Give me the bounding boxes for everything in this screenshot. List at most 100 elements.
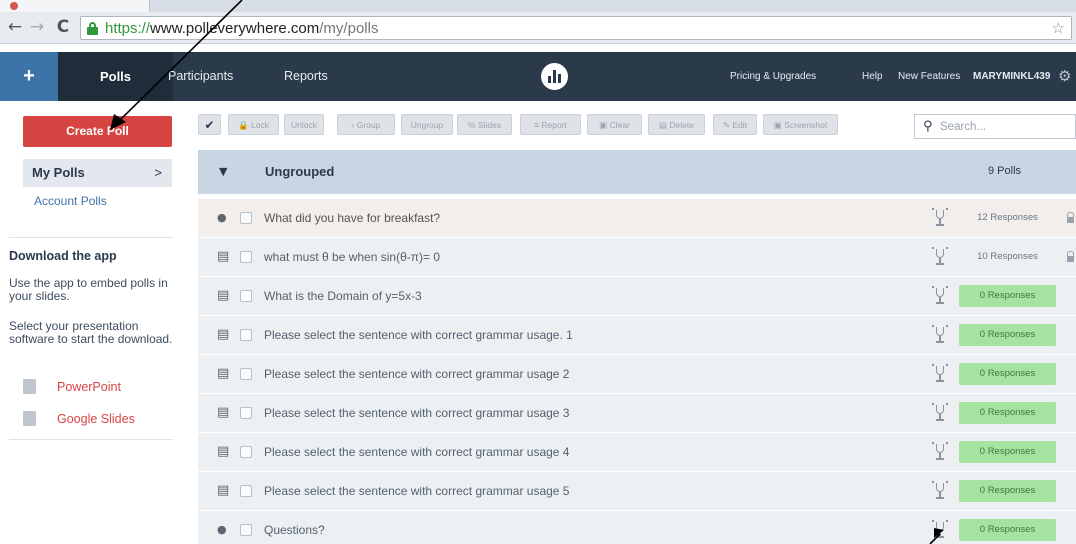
nav-participants[interactable]: Participants xyxy=(168,52,233,101)
poll-row[interactable]: ▤ What is the Domain of y=5x-3 0 Responses xyxy=(198,277,1076,316)
trophy-icon[interactable] xyxy=(932,286,948,306)
group-name: Ungrouped xyxy=(265,164,335,179)
search-input[interactable] xyxy=(940,118,1070,136)
bookmark-star-icon[interactable]: ☆ xyxy=(1052,19,1065,37)
poll-everywhere-logo-icon[interactable] xyxy=(541,63,568,90)
search-icon: ⚲ xyxy=(923,119,933,134)
poll-row[interactable]: ▤ Please select the sentence with correct… xyxy=(198,355,1076,394)
response-count-badge[interactable]: 0 Responses xyxy=(959,441,1056,463)
poll-title[interactable]: What is the Domain of y=5x-3 xyxy=(264,289,422,303)
reload-icon[interactable]: C xyxy=(52,16,74,38)
sidebar-item-my-polls[interactable]: My Polls > xyxy=(23,159,172,187)
url-text: https://www.polleverywhere.com/my/polls xyxy=(105,20,379,37)
lock-button[interactable]: 🔒 Lock xyxy=(228,114,279,135)
poll-row[interactable]: ▤ Please select the sentence with correct… xyxy=(198,394,1076,433)
download-app-heading: Download the app xyxy=(9,249,117,263)
download-app-instructions: Select your presentation software to sta… xyxy=(9,319,173,346)
unlock-button[interactable]: Unlock xyxy=(284,114,324,135)
delete-button[interactable]: ▤ Delete xyxy=(648,114,705,135)
response-count-badge[interactable]: 10 Responses xyxy=(959,246,1056,268)
lock-icon xyxy=(1067,212,1074,224)
poll-row[interactable]: ● Questions? 0 Responses xyxy=(198,511,1076,544)
trophy-icon[interactable] xyxy=(932,247,948,267)
poll-row[interactable]: ▤ Please select the sentence with correct… xyxy=(198,316,1076,355)
multiple-choice-icon: ▤ xyxy=(217,327,230,342)
browser-tab[interactable] xyxy=(0,0,150,12)
poll-row[interactable]: ▤ Please select the sentence with correct… xyxy=(198,472,1076,511)
row-checkbox[interactable] xyxy=(240,212,252,224)
poll-title[interactable]: Questions? xyxy=(264,523,325,537)
add-button[interactable]: + xyxy=(0,52,58,101)
download-app-description: Use the app to embed polls in your slide… xyxy=(9,276,168,303)
screenshot-button[interactable]: ▣ Screenshot xyxy=(763,114,838,135)
forward-arrow-icon[interactable]: → xyxy=(26,16,48,38)
trophy-icon[interactable] xyxy=(932,325,948,345)
sidebar-item-label: My Polls xyxy=(32,165,85,180)
row-checkbox[interactable] xyxy=(240,368,252,380)
response-count-badge[interactable]: 0 Responses xyxy=(959,324,1056,346)
clear-button[interactable]: ▣ Clear xyxy=(587,114,642,135)
response-count-badge[interactable]: 0 Responses xyxy=(959,480,1056,502)
poll-toolbar: ✔ 🔒 Lock Unlock › Group Ungroup % Slides… xyxy=(198,114,888,136)
speech-bubble-icon: ● xyxy=(217,211,227,224)
group-poll-count: 9 Polls xyxy=(988,165,1022,177)
response-count-badge[interactable]: 0 Responses xyxy=(959,363,1056,385)
secure-lock-icon xyxy=(87,22,98,35)
caret-down-icon[interactable]: ▼ xyxy=(219,165,227,178)
trophy-icon[interactable] xyxy=(932,442,948,462)
user-account-menu[interactable]: MARYMINKL439 xyxy=(973,52,1050,101)
nav-help[interactable]: Help xyxy=(862,52,883,101)
nav-reports[interactable]: Reports xyxy=(284,52,328,101)
gear-icon[interactable]: ⚙ xyxy=(1058,52,1071,101)
search-field[interactable]: ⚲ xyxy=(914,114,1076,139)
group-button[interactable]: › Group xyxy=(337,114,395,135)
poll-title[interactable]: what must θ be when sin(θ-π)= 0 xyxy=(264,250,440,264)
row-checkbox[interactable] xyxy=(240,524,252,536)
poll-title[interactable]: Please select the sentence with correct … xyxy=(264,406,569,420)
select-all-button[interactable]: ✔ xyxy=(198,114,221,135)
row-checkbox[interactable] xyxy=(240,407,252,419)
poll-row[interactable]: ▤ what must θ be when sin(θ-π)= 0 10 Respo… xyxy=(198,238,1076,277)
poll-title[interactable]: What did you have for breakfast? xyxy=(264,211,440,225)
row-checkbox[interactable] xyxy=(240,329,252,341)
response-count-badge[interactable]: 0 Responses xyxy=(959,519,1056,541)
response-count-badge[interactable]: 12 Responses xyxy=(959,207,1056,229)
trophy-icon[interactable] xyxy=(932,364,948,384)
nav-polls[interactable]: Polls xyxy=(58,52,173,101)
slides-button[interactable]: % Slides xyxy=(457,114,512,135)
app-header: + Polls Participants Reports Pricing & U… xyxy=(0,52,1076,101)
poll-title[interactable]: Please select the sentence with correct … xyxy=(264,328,573,342)
poll-title[interactable]: Please select the sentence with correct … xyxy=(264,484,569,498)
powerpoint-icon xyxy=(23,379,36,394)
multiple-choice-icon: ▤ xyxy=(217,405,230,420)
divider xyxy=(9,439,173,440)
nav-new-features[interactable]: New Features xyxy=(898,52,960,101)
divider xyxy=(9,237,173,238)
ungroup-button[interactable]: Ungroup xyxy=(401,114,453,135)
row-checkbox[interactable] xyxy=(240,485,252,497)
poll-title[interactable]: Please select the sentence with correct … xyxy=(264,367,569,381)
report-button[interactable]: ≡ Report xyxy=(520,114,581,135)
poll-row[interactable]: ▤ Please select the sentence with correct… xyxy=(198,433,1076,472)
back-arrow-icon[interactable]: ← xyxy=(4,16,26,38)
trophy-icon[interactable] xyxy=(932,481,948,501)
row-checkbox[interactable] xyxy=(240,290,252,302)
response-count-badge[interactable]: 0 Responses xyxy=(959,402,1056,424)
trophy-icon[interactable] xyxy=(932,403,948,423)
address-bar[interactable]: https://www.polleverywhere.com/my/polls … xyxy=(80,16,1072,40)
speech-bubble-icon: ● xyxy=(217,523,227,536)
edit-button[interactable]: ✎ Edit xyxy=(713,114,757,135)
row-checkbox[interactable] xyxy=(240,251,252,263)
response-count-badge[interactable]: 0 Responses xyxy=(959,285,1056,307)
create-poll-button[interactable]: Create Poll xyxy=(23,116,172,147)
poll-title[interactable]: Please select the sentence with correct … xyxy=(264,445,569,459)
sidebar-item-account-polls[interactable]: Account Polls xyxy=(34,194,107,208)
group-header[interactable]: ▼ Ungrouped 9 Polls xyxy=(198,150,1076,194)
row-checkbox[interactable] xyxy=(240,446,252,458)
trophy-icon[interactable] xyxy=(932,520,948,540)
nav-pricing-upgrades[interactable]: Pricing & Upgrades xyxy=(730,52,816,101)
multiple-choice-icon: ▤ xyxy=(217,288,230,303)
trophy-icon[interactable] xyxy=(932,208,948,228)
multiple-choice-icon: ▤ xyxy=(217,444,230,459)
poll-row[interactable]: ● What did you have for breakfast? 12 Resp… xyxy=(198,199,1076,238)
